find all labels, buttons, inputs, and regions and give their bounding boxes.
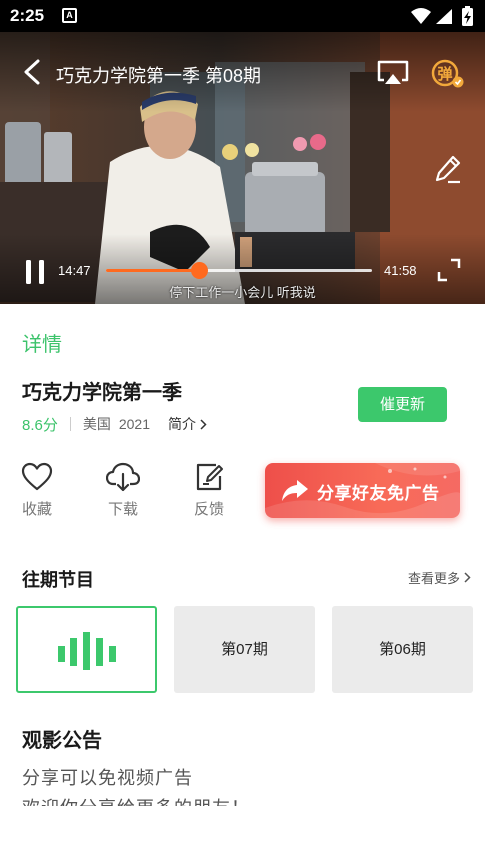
view-more-label: 查看更多 xyxy=(408,571,461,586)
cast-screen-icon[interactable] xyxy=(376,58,410,88)
chevron-right-icon xyxy=(200,418,207,430)
episode-card-current[interactable] xyxy=(16,606,157,693)
show-title: 巧克力学院第一季 xyxy=(22,382,182,404)
chevron-right-icon xyxy=(464,572,471,583)
view-more-link[interactable]: 查看更多 xyxy=(408,568,471,587)
total-time: 41:58 xyxy=(384,263,417,278)
rating: 8.6分 xyxy=(22,416,58,434)
notice-line: 分享可以免视频广告 xyxy=(22,768,193,788)
share-free-ads-banner[interactable]: 分享好友免广告 xyxy=(265,463,460,518)
share-banner-label: 分享好友免广告 xyxy=(317,484,440,503)
favorite-button[interactable]: 收藏 xyxy=(7,462,67,519)
now-playing-icon xyxy=(58,632,116,670)
cloud-download-icon xyxy=(106,462,140,492)
edit-danmu-icon[interactable] xyxy=(434,154,462,184)
feedback-label: 反馈 xyxy=(193,501,224,518)
status-bar: 2:25 A xyxy=(0,0,485,32)
download-label: 下载 xyxy=(107,501,138,518)
favorite-label: 收藏 xyxy=(21,501,52,518)
share-arrow-icon xyxy=(282,480,308,501)
video-player[interactable]: 巧克力学院第一季 第08期 弹 14:47 41:58 停下工作一小会儿 听我说 xyxy=(0,32,485,304)
region: 美国 xyxy=(82,416,111,432)
intro-link[interactable]: 简介 xyxy=(168,414,207,434)
danmu-label: 弹 xyxy=(437,65,452,83)
progress-handle[interactable] xyxy=(191,262,209,279)
wifi-icon xyxy=(411,8,431,24)
signal-icon xyxy=(436,9,452,24)
status-icons xyxy=(411,6,473,26)
details-heading: 详情 xyxy=(22,334,62,356)
fullscreen-icon[interactable] xyxy=(437,258,461,282)
video-subtitle: 停下工作一小会儿 听我说 xyxy=(169,285,316,300)
meta-divider xyxy=(69,417,71,431)
show-meta: 8.6分 美国 2021 简介 xyxy=(22,414,207,434)
progress-bar[interactable] xyxy=(106,262,372,279)
feedback-button[interactable]: 反馈 xyxy=(179,462,239,519)
download-button[interactable]: 下载 xyxy=(93,462,153,519)
notice-line: 欢迎你分享给更多的朋友！ xyxy=(22,794,250,806)
notice-title: 观影公告 xyxy=(22,730,102,752)
progress-fill xyxy=(106,269,200,272)
episode-card[interactable]: 第07期 xyxy=(174,606,315,693)
intro-label: 简介 xyxy=(168,416,197,432)
episodes-title: 往期节目 xyxy=(22,570,94,590)
back-arrow-icon[interactable] xyxy=(20,58,44,86)
current-time: 14:47 xyxy=(58,263,91,278)
status-time: 2:25 xyxy=(10,6,45,25)
request-update-button[interactable]: 催更新 xyxy=(358,387,447,422)
video-title: 巧克力学院第一季 第08期 xyxy=(56,66,262,86)
year: 2021 xyxy=(118,416,151,432)
episode-card[interactable]: 第06期 xyxy=(332,606,473,693)
battery-icon xyxy=(462,6,473,26)
notice-clip: 欢迎你分享给更多的朋友！ xyxy=(0,792,485,806)
danmu-toggle-icon[interactable]: 弹 xyxy=(430,58,466,90)
heart-icon xyxy=(21,462,53,491)
notification-icon: A xyxy=(62,8,77,23)
feedback-edit-icon xyxy=(196,463,223,491)
